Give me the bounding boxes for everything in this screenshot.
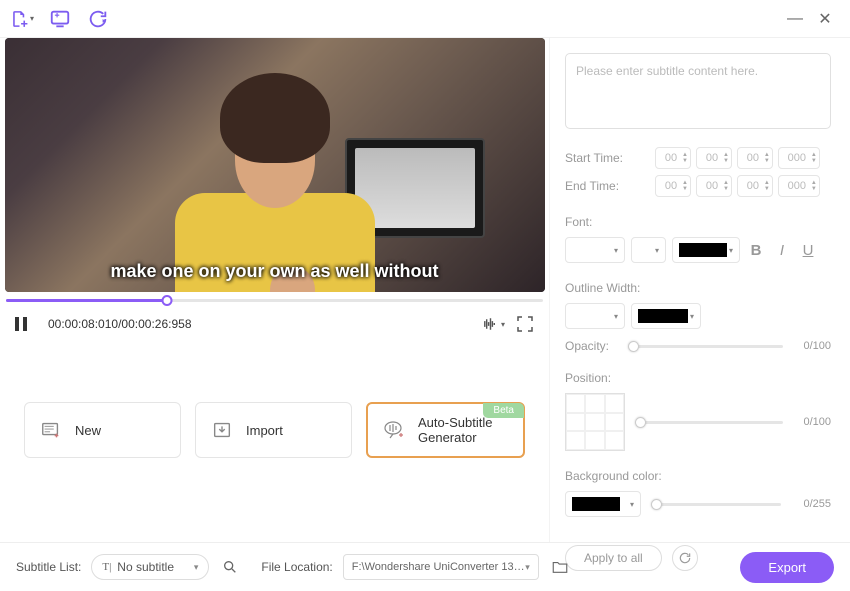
start-mm[interactable]: 00▲▼ bbox=[696, 147, 732, 169]
auto-subtitle-card[interactable]: Beta Auto-Subtitle Generator bbox=[366, 402, 525, 458]
time-display: 00:00:08:010/00:00:26:958 bbox=[48, 317, 192, 331]
waveform-button[interactable]: ▾ bbox=[481, 312, 505, 336]
start-hh[interactable]: 00▲▼ bbox=[655, 147, 691, 169]
opacity-slider[interactable] bbox=[628, 345, 783, 348]
left-pane: make one on your own as well without 00:… bbox=[0, 38, 549, 542]
font-size-dropdown[interactable]: ▾ bbox=[631, 237, 666, 263]
pause-button[interactable] bbox=[12, 315, 30, 333]
minimize-button[interactable]: — bbox=[780, 4, 810, 34]
subtitle-list-value: No subtitle bbox=[117, 560, 174, 574]
end-ss[interactable]: 00▲▼ bbox=[737, 175, 773, 197]
close-button[interactable]: ✕ bbox=[810, 4, 840, 34]
reset-button[interactable] bbox=[672, 545, 698, 571]
end-time-label: End Time: bbox=[565, 179, 655, 193]
text-icon: T| bbox=[102, 561, 111, 573]
start-ss[interactable]: 00▲▼ bbox=[737, 147, 773, 169]
font-color-dropdown[interactable]: ▾ bbox=[672, 237, 740, 263]
italic-button[interactable]: I bbox=[772, 240, 792, 260]
apply-all-button[interactable]: Apply to all bbox=[565, 545, 662, 571]
video-controls: 00:00:08:010/00:00:26:958 ▾ bbox=[0, 306, 549, 342]
titlebar: ▾ — ✕ bbox=[0, 0, 850, 38]
end-mm[interactable]: 00▲▼ bbox=[696, 175, 732, 197]
bold-button[interactable]: B bbox=[746, 240, 766, 260]
video-caption: make one on your own as well without bbox=[110, 261, 438, 282]
import-icon bbox=[210, 418, 234, 442]
start-ms[interactable]: 000▲▼ bbox=[778, 147, 820, 169]
end-time-row: End Time: 00▲▼ 00▲▼ 00▲▼ 000▲▼ bbox=[565, 175, 831, 197]
font-family-dropdown[interactable]: ▾ bbox=[565, 237, 625, 263]
underline-button[interactable]: U bbox=[798, 240, 818, 260]
font-label: Font: bbox=[565, 215, 831, 229]
add-file-button[interactable]: ▾ bbox=[10, 7, 34, 31]
new-icon bbox=[39, 418, 63, 442]
file-location-value: F:\Wondershare UniConverter 13\SubEdi... bbox=[352, 561, 525, 573]
subtitle-list-label: Subtitle List: bbox=[16, 560, 81, 574]
beta-badge: Beta bbox=[483, 403, 524, 418]
start-time-label: Start Time: bbox=[565, 151, 655, 165]
subtitle-list-dropdown[interactable]: T| No subtitle ▾ bbox=[91, 554, 209, 580]
file-location-label: File Location: bbox=[261, 560, 332, 574]
outline-width-dropdown[interactable]: ▾ bbox=[565, 303, 625, 329]
refresh-button[interactable] bbox=[86, 7, 110, 31]
outline-label: Outline Width: bbox=[565, 281, 831, 295]
end-ms[interactable]: 000▲▼ bbox=[778, 175, 820, 197]
add-screen-button[interactable] bbox=[48, 7, 72, 31]
search-button[interactable] bbox=[217, 554, 243, 580]
outline-color-dropdown[interactable]: ▾ bbox=[631, 303, 701, 329]
action-cards: New Import Beta Auto-Subtitle Generator bbox=[0, 342, 549, 458]
import-label: Import bbox=[246, 423, 283, 438]
end-hh[interactable]: 00▲▼ bbox=[655, 175, 691, 197]
subtitle-textarea[interactable] bbox=[565, 53, 831, 129]
position-grid[interactable] bbox=[565, 393, 625, 451]
export-button[interactable]: Export bbox=[740, 552, 834, 583]
position-label: Position: bbox=[565, 371, 831, 385]
scrubber-thumb[interactable] bbox=[162, 295, 173, 306]
video-preview[interactable]: make one on your own as well without bbox=[5, 38, 545, 292]
position-slider[interactable] bbox=[635, 421, 783, 424]
bg-value: 0/255 bbox=[791, 498, 831, 510]
opacity-label: Opacity: bbox=[565, 339, 620, 353]
video-scrubber[interactable] bbox=[6, 294, 543, 306]
bg-color-dropdown[interactable]: ▾ bbox=[565, 491, 641, 517]
bg-slider[interactable] bbox=[651, 503, 781, 506]
auto-subtitle-label: Auto-Subtitle Generator bbox=[418, 415, 509, 445]
file-location-dropdown[interactable]: F:\Wondershare UniConverter 13\SubEdi...… bbox=[343, 554, 539, 580]
subtitle-panel: Start Time: 00▲▼ 00▲▼ 00▲▼ 000▲▼ End Tim… bbox=[549, 38, 849, 542]
new-label: New bbox=[75, 423, 101, 438]
auto-subtitle-icon bbox=[382, 418, 406, 442]
open-folder-button[interactable] bbox=[547, 554, 573, 580]
opacity-value: 0/100 bbox=[791, 340, 831, 352]
new-card[interactable]: New bbox=[24, 402, 181, 458]
scrubber-fill bbox=[6, 299, 167, 302]
opacity-row: Opacity: 0/100 bbox=[565, 339, 831, 353]
fullscreen-button[interactable] bbox=[513, 312, 537, 336]
start-time-row: Start Time: 00▲▼ 00▲▼ 00▲▼ 000▲▼ bbox=[565, 147, 831, 169]
bg-label: Background color: bbox=[565, 469, 831, 483]
position-value: 0/100 bbox=[791, 416, 831, 428]
main-area: make one on your own as well without 00:… bbox=[0, 38, 850, 542]
import-card[interactable]: Import bbox=[195, 402, 352, 458]
